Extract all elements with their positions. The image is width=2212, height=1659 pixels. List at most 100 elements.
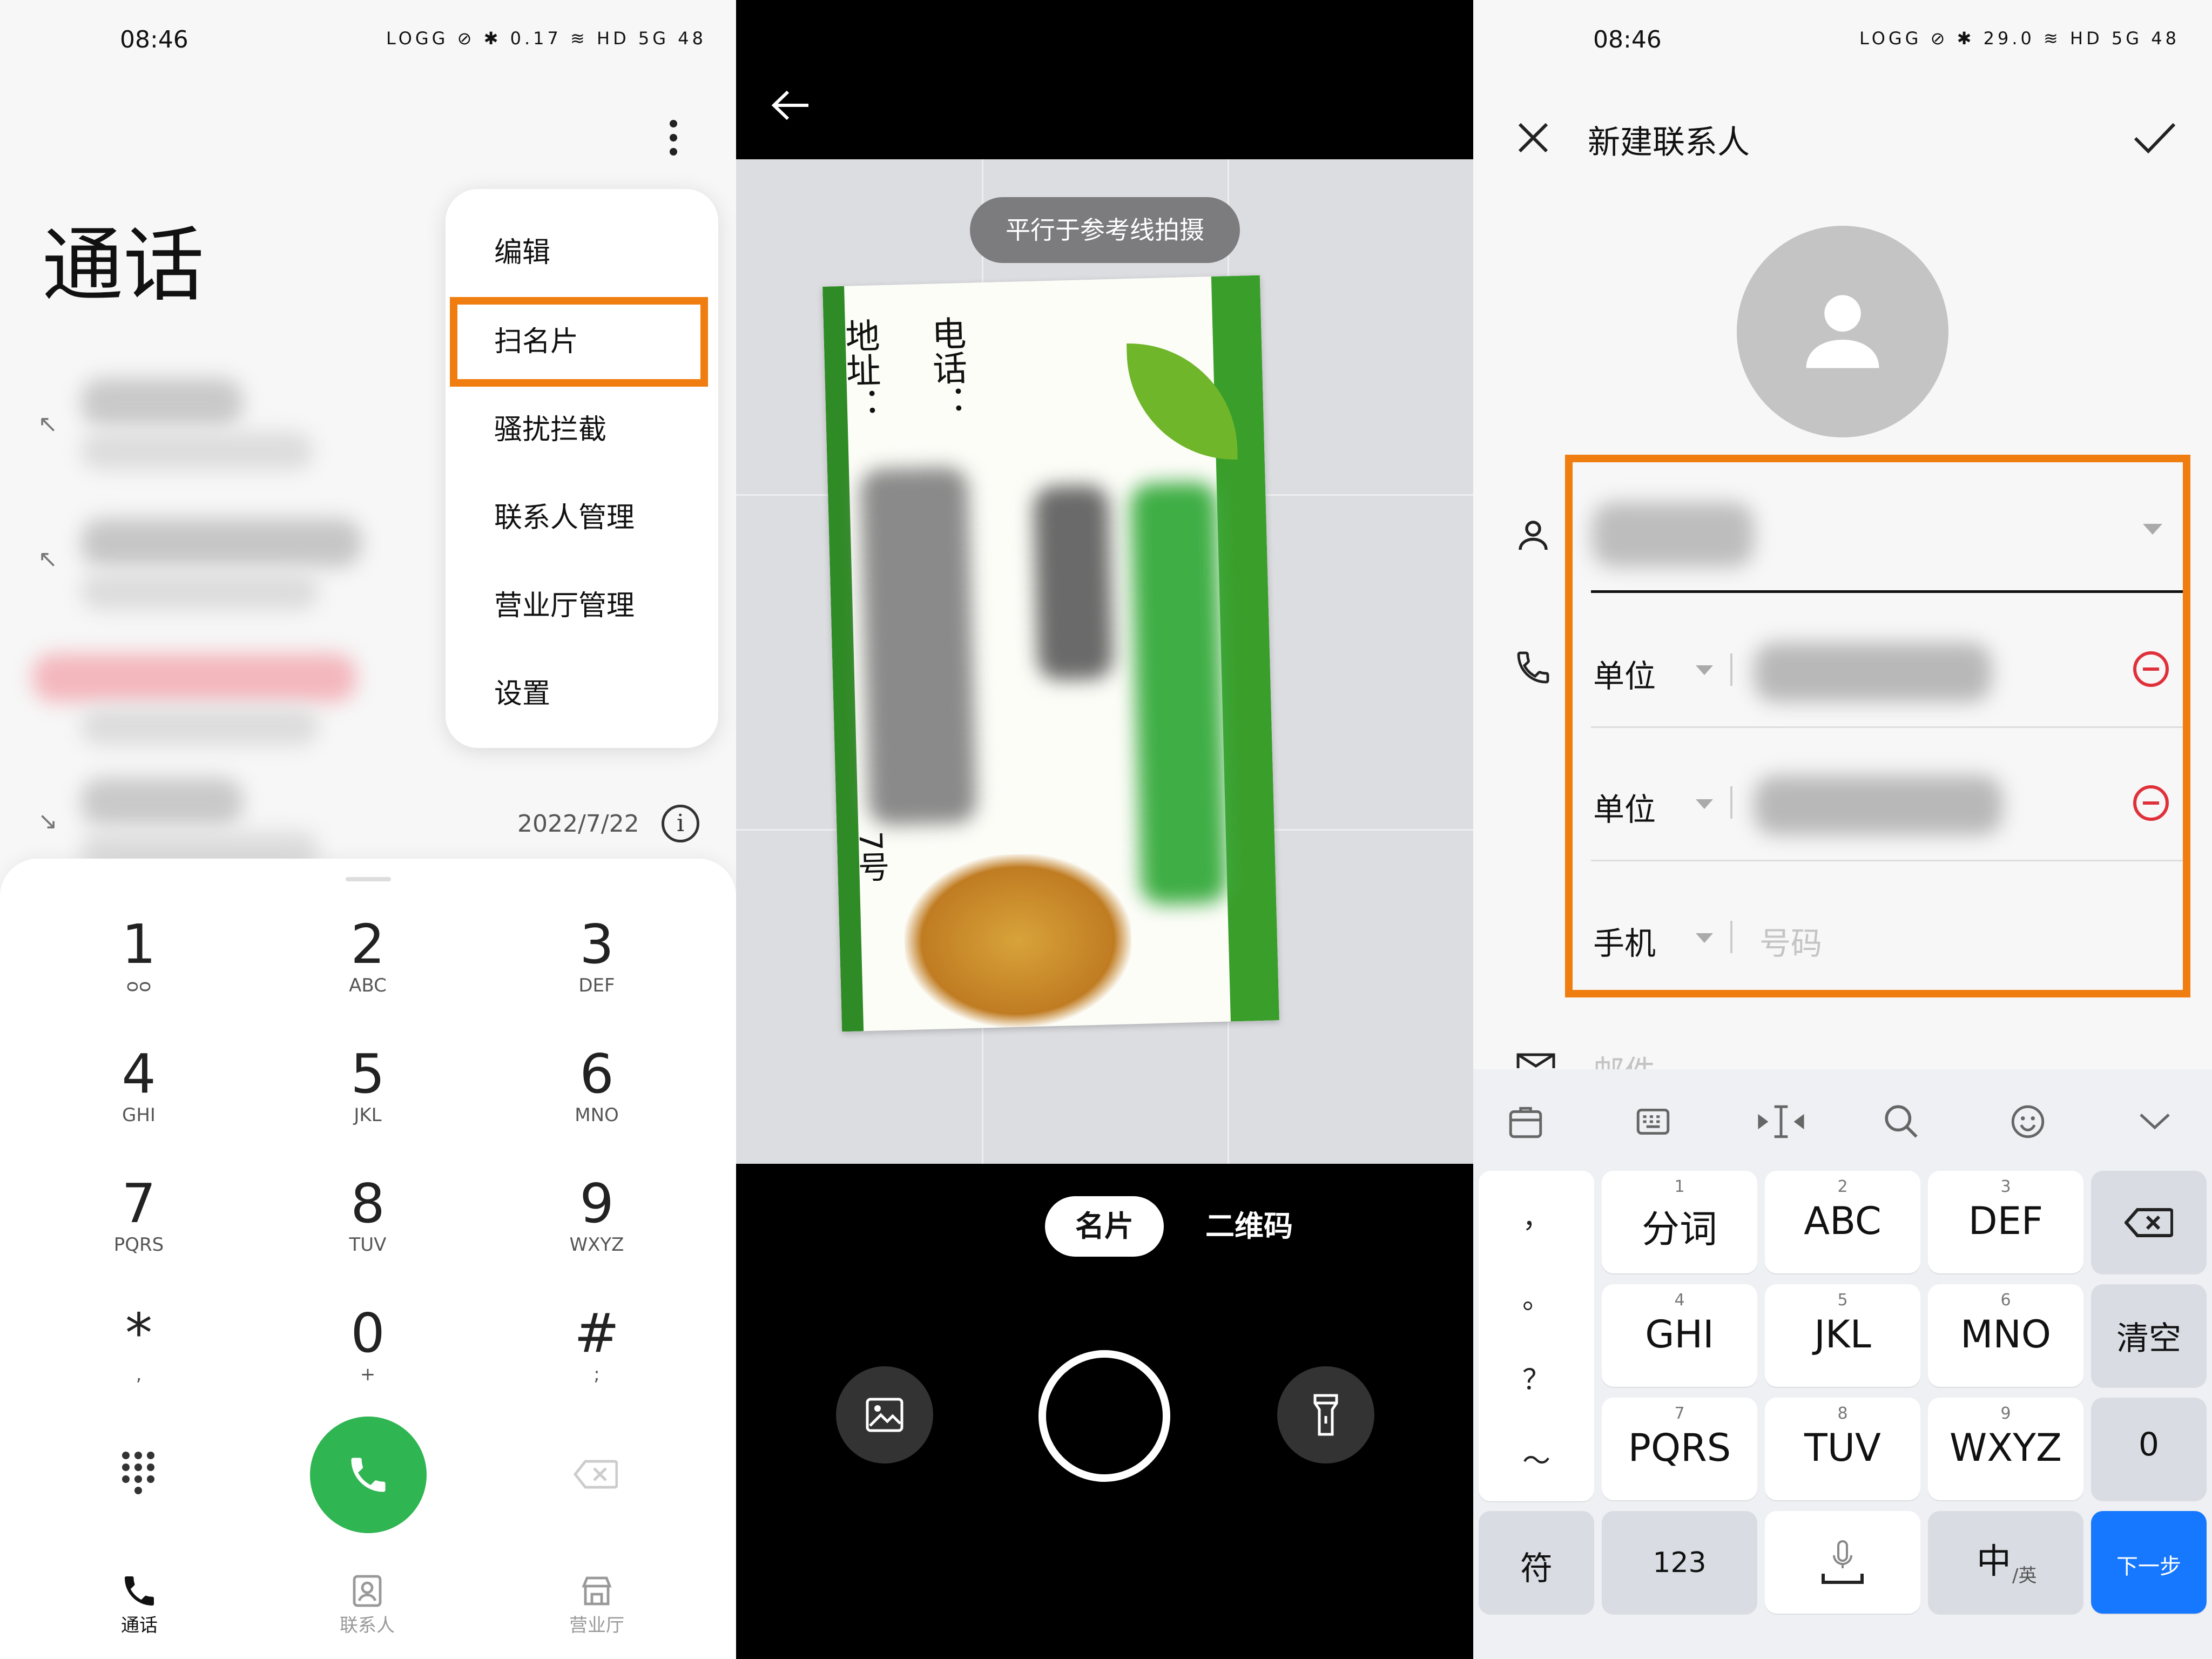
key-1[interactable]: 1 [85,913,193,976]
scan-hint: 平行于参考线拍摄 [970,197,1240,263]
key-ghi-label: GHI [1645,1312,1714,1357]
key-backspace[interactable] [2091,1171,2207,1273]
flashlight-button[interactable] [1277,1366,1374,1464]
key-mno-label: MNO [1960,1312,2051,1357]
key-7[interactable]: 7 [85,1172,193,1235]
key-0[interactable]: 0 [314,1301,422,1365]
email-input[interactable]: 邮件 [1593,1047,1656,1069]
key-question[interactable]: ？ [1479,1357,1594,1398]
key-pqrs-label: PQRS [1628,1426,1731,1470]
gallery-button[interactable] [836,1366,933,1464]
key-abc-label: ABC [1804,1199,1881,1243]
page-title: 通话 [42,219,205,313]
tab-hall[interactable]: 营业厅 [559,1572,635,1637]
key-6[interactable]: 6 [543,1042,651,1105]
key-abc[interactable]: 2 ABC [1765,1171,1920,1273]
key-jkl-digit: 5 [1837,1291,1848,1310]
key-tuv[interactable]: 8 TUV [1765,1398,1920,1500]
status-time: 08:46 [1593,26,1662,53]
menu-item-hall-manage[interactable]: 营业厅管理 [494,583,635,623]
key-language[interactable]: 中 /英 [1928,1511,2083,1614]
back-arrow-icon[interactable] [768,86,812,124]
key-numbers[interactable]: 123 [1602,1511,1757,1614]
key-def-label: DEF [1968,1199,2044,1243]
info-icon[interactable]: i [662,805,699,842]
key-zero[interactable]: 0 [2091,1398,2207,1500]
key-language-main: 中 [1977,1542,2011,1582]
dialpad-toggle-icon[interactable] [122,1451,155,1494]
key-pqrs[interactable]: 7 PQRS [1602,1398,1757,1500]
key-comma[interactable]: ， [1479,1195,1594,1236]
key-fenci[interactable]: 1 分词 [1602,1171,1757,1273]
key-jkl[interactable]: 5 JKL [1765,1284,1920,1387]
person-icon [1519,521,1548,550]
keyboard-layout-icon[interactable] [1633,1102,1673,1142]
mail-icon [1516,1053,1555,1068]
key-mno[interactable]: 6 MNO [1928,1284,2083,1387]
key-9[interactable]: 9 [543,1172,651,1235]
status-time: 08:46 [120,26,188,53]
collapse-keyboard-icon[interactable] [2137,1107,2172,1134]
key-pqrs-digit: 7 [1674,1404,1685,1423]
menu-item-settings[interactable]: 设置 [494,671,550,711]
cursor-move-icon[interactable] [1754,1102,1808,1142]
key-ghi-digit: 4 [1674,1291,1685,1310]
person-avatar-icon [1806,295,1879,368]
microphone-icon [1822,1540,1864,1584]
key-4-letters: GHI [122,1104,156,1126]
key-wxyz[interactable]: 9 WXYZ [1928,1398,2083,1500]
key-hash[interactable]: # [543,1301,651,1365]
flashlight-icon [1313,1394,1338,1436]
key-space-voice[interactable] [1765,1511,1920,1614]
call-button[interactable] [310,1417,427,1533]
key-star[interactable]: * [85,1301,193,1365]
phone-tab-icon [125,1576,154,1606]
key-8[interactable]: 8 [314,1172,422,1235]
key-tilde[interactable]: ～ [1479,1438,1594,1479]
backspace-icon[interactable] [574,1459,618,1489]
new-contact-panel: 08:46 LOGG ⊘ ✱ 29.0 ≋ HD 5G 48 新建联系人 单位 … [1473,0,2212,1659]
phone-icon [1517,651,1549,684]
keyboard: ， 。 ？ ～ 1 分词 2 ABC 3 DEF 4 GHI 5 JKL 6 M… [1473,1069,2212,1659]
tab-calls-label: 通话 [121,1615,158,1636]
key-7-letters: PQRS [113,1234,164,1256]
key-5[interactable]: 5 [314,1042,422,1105]
menu-item-block[interactable]: 骚扰拦截 [494,407,606,447]
outgoing-call-icon: ↖ [38,545,58,573]
key-symbols[interactable]: 符 [1479,1511,1594,1614]
key-def[interactable]: 3 DEF [1928,1171,2083,1273]
key-wxyz-digit: 9 [2000,1404,2011,1423]
key-wxyz-label: WXYZ [1950,1426,2062,1470]
key-3[interactable]: 3 [543,913,651,976]
confirm-check-icon[interactable] [2133,121,2176,154]
close-icon[interactable] [1516,121,1550,154]
mode-qrcode[interactable]: 二维码 [1190,1196,1309,1257]
menu-item-edit[interactable]: 编辑 [494,230,550,270]
overflow-menu: 编辑 扫名片 骚扰拦截 联系人管理 营业厅管理 设置 [446,189,718,748]
search-icon[interactable] [1881,1102,1921,1142]
key-4[interactable]: 4 [85,1042,193,1105]
drag-handle[interactable] [346,877,391,881]
tab-calls[interactable]: 通话 [102,1572,177,1637]
mode-card[interactable]: 名片 [1045,1196,1164,1257]
more-options-icon[interactable] [670,120,678,156]
key-2[interactable]: 2 [314,913,422,976]
tab-contacts[interactable]: 联系人 [329,1572,405,1637]
key-next[interactable]: 下一步 [2091,1511,2207,1614]
key-clear[interactable]: 清空 [2091,1284,2207,1387]
camera-preview: 电话： 地址： 7号 平行于参考线拍摄 [736,159,1473,1164]
key-period[interactable]: 。 [1479,1276,1594,1317]
key-5-letters: JKL [354,1104,382,1126]
punctuation-column: ， 。 ？ ～ [1479,1171,1594,1501]
contacts-tab-icon [353,1575,382,1607]
card-stripe [1211,275,1279,1022]
menu-item-contacts-manage[interactable]: 联系人管理 [494,495,635,535]
key-language-sub: /英 [2012,1565,2037,1587]
clipboard-icon[interactable] [1506,1102,1546,1142]
call-log-name-redacted [81,778,243,826]
shutter-button[interactable] [1038,1350,1170,1482]
key-ghi[interactable]: 4 GHI [1602,1284,1757,1387]
emoji-icon[interactable] [2008,1102,2048,1142]
avatar[interactable] [1737,226,1948,437]
key-tuv-digit: 8 [1837,1404,1848,1423]
